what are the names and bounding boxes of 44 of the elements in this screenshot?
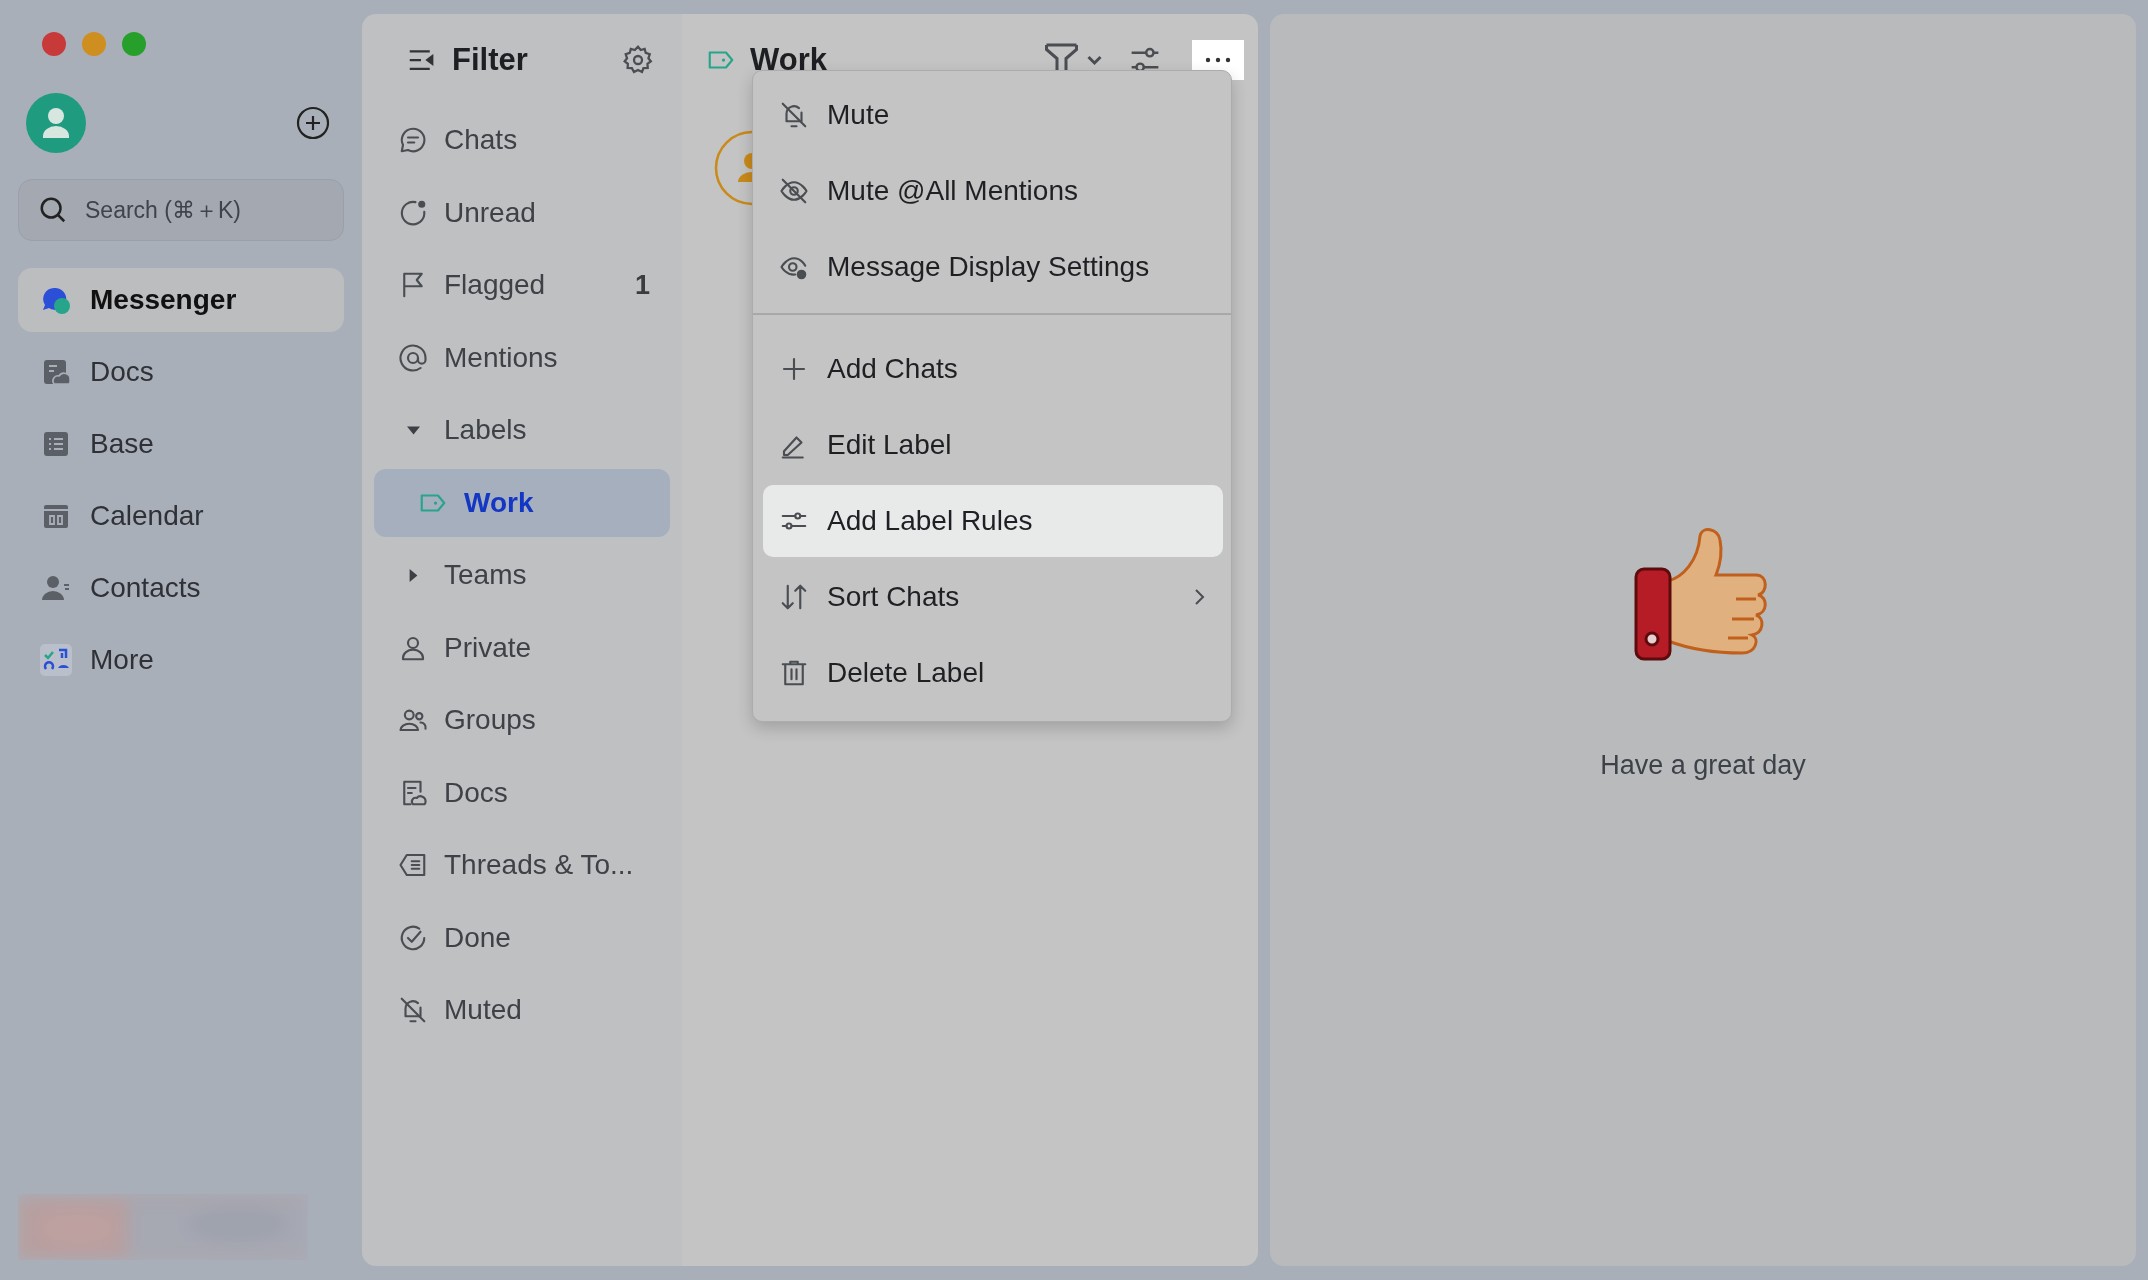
- search-field[interactable]: Search (⌘＋K): [18, 179, 344, 241]
- label-item[interactable]: Work: [374, 468, 670, 537]
- filter-item[interactable]: Docs: [374, 758, 670, 827]
- nav-item[interactable]: Messenger: [18, 268, 344, 332]
- menu-item[interactable]: Add Label Rules: [763, 484, 1223, 557]
- nav-item[interactable]: Docs: [18, 340, 344, 404]
- at-sign-icon: [398, 342, 428, 373]
- add-icon[interactable]: [296, 106, 330, 140]
- menu-item[interactable]: Edit Label: [763, 408, 1223, 481]
- search-icon: [38, 195, 68, 225]
- menu-item[interactable]: Add Chats: [763, 332, 1223, 405]
- muted-bell-icon: [779, 100, 809, 130]
- menu-item[interactable]: Mute @All Mentions: [763, 155, 1223, 227]
- muted-bell-icon: [398, 995, 428, 1025]
- nav-item[interactable]: More: [18, 628, 344, 692]
- empty-state-message: Have a great day: [1600, 750, 1806, 781]
- nav-item[interactable]: Base: [18, 412, 344, 476]
- menu-item[interactable]: Message Display Settings: [763, 231, 1223, 303]
- filter-item[interactable]: Private: [374, 613, 670, 682]
- panel-title: Filter: [452, 42, 529, 78]
- filter-item[interactable]: Mentions: [374, 323, 670, 392]
- filter-item[interactable]: Chats: [374, 106, 670, 174]
- filter-item[interactable]: Muted: [374, 976, 670, 1044]
- filter-group[interactable]: Teams: [374, 541, 670, 609]
- flagged-count: 1: [634, 269, 650, 301]
- caret-icon: [407, 568, 420, 582]
- filter-group[interactable]: Labels: [374, 396, 670, 464]
- more-icon: [1203, 56, 1233, 64]
- menu-item[interactable]: Sort Chats: [763, 560, 1223, 633]
- filter-item[interactable]: Unread: [374, 178, 670, 247]
- chat-icon: [398, 125, 428, 155]
- filter-item[interactable]: Threads & To...: [374, 831, 670, 899]
- filter-item[interactable]: Done: [374, 903, 670, 972]
- menu-item[interactable]: Mute: [763, 79, 1223, 151]
- nav-item[interactable]: Calendar: [18, 484, 344, 548]
- filter-item[interactable]: Groups: [374, 686, 670, 754]
- hidden-eye-icon: [779, 176, 809, 206]
- filter-item[interactable]: Flagged 1: [374, 251, 670, 319]
- chat-list-title: Work: [750, 42, 827, 78]
- settings-icon[interactable]: [622, 44, 654, 76]
- menu-item[interactable]: Delete Label: [763, 636, 1223, 709]
- apps-icon: [40, 644, 72, 676]
- avatar-icon[interactable]: [26, 93, 86, 153]
- nav-item[interactable]: Contacts: [18, 556, 344, 620]
